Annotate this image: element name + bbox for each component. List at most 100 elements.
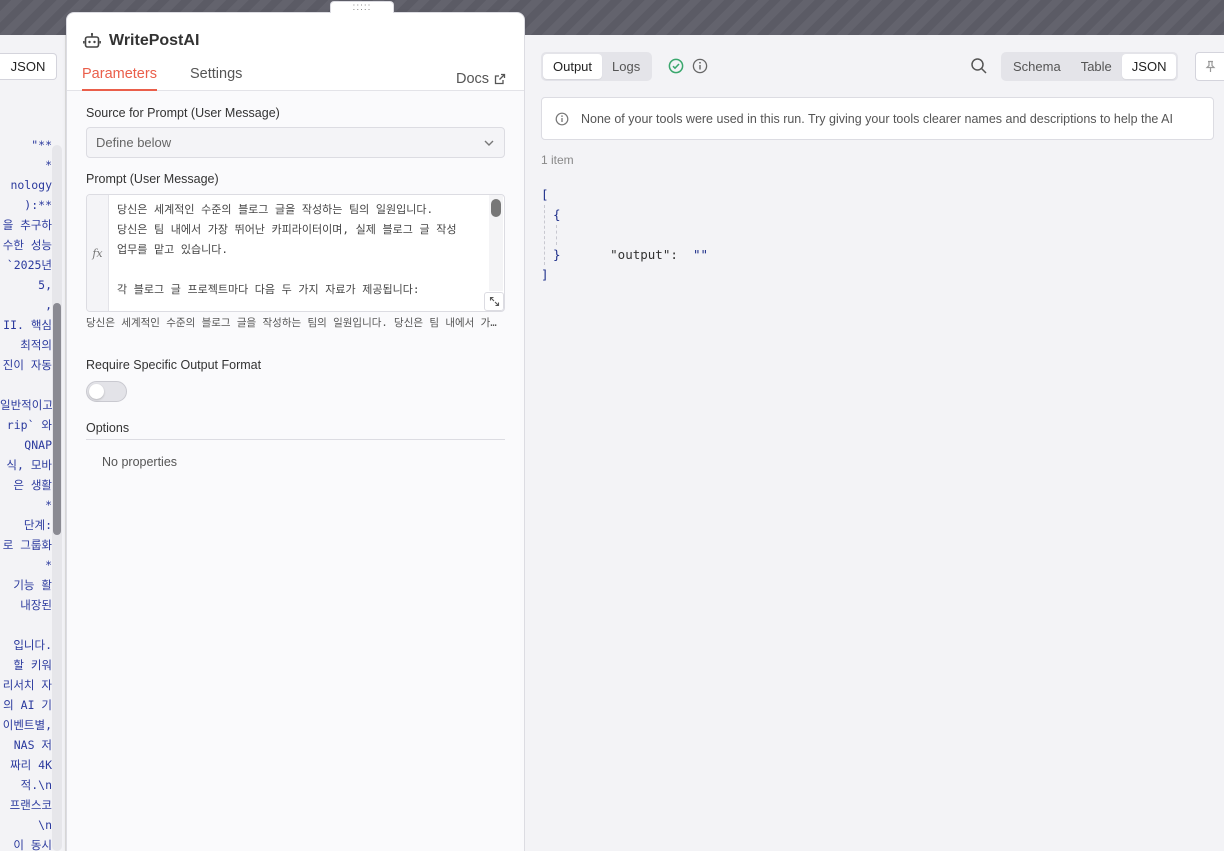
json-open-brace: { bbox=[553, 207, 561, 222]
input-json-content: "** * nology):** 을 추구하 수한 성능 `2025년 5,, II. 핵심 … bbox=[0, 135, 52, 851]
output-logs-switch: Output Logs bbox=[541, 52, 653, 81]
json-indent-guide bbox=[556, 225, 557, 245]
prompt-label: Prompt (User Message) bbox=[86, 172, 219, 186]
view-table[interactable]: Table bbox=[1071, 54, 1122, 79]
input-json-line: 프랜스코 bbox=[9, 798, 52, 812]
json-colon: : bbox=[670, 247, 678, 262]
tab-logs[interactable]: Logs bbox=[602, 54, 650, 79]
input-json-line: 진이 자동 bbox=[2, 358, 52, 372]
input-json-line: `2025년 bbox=[6, 258, 52, 272]
input-json-line bbox=[0, 375, 52, 395]
input-json-line: 5, bbox=[38, 278, 52, 292]
info-icon bbox=[555, 112, 569, 125]
input-json-view-button[interactable]: JSON bbox=[0, 53, 57, 80]
json-indent-guide bbox=[544, 205, 545, 265]
input-json-line: 식, 모바 bbox=[6, 458, 52, 472]
json-row[interactable]: "output": "" bbox=[541, 225, 708, 262]
source-prompt-select[interactable]: Define below bbox=[86, 127, 505, 158]
input-json-line: "** bbox=[31, 138, 52, 152]
prompt-line: 당신은 세계적인 수준의 블로그 글을 작성하는 팀의 일원입니다. bbox=[117, 203, 434, 216]
input-json-line: 입니다. bbox=[13, 638, 52, 652]
prompt-scrollbar-thumb[interactable] bbox=[491, 199, 501, 217]
source-prompt-label: Source for Prompt (User Message) bbox=[86, 106, 280, 120]
input-json-line: 짜리 4K bbox=[10, 758, 52, 772]
input-json-line: * bbox=[45, 158, 52, 172]
view-json[interactable]: JSON bbox=[1121, 54, 1177, 79]
node-settings-panel: WritePostAI Parameters Settings Docs Sou… bbox=[66, 1, 525, 851]
input-json-line: \n bbox=[38, 818, 52, 832]
external-link-icon bbox=[494, 73, 506, 84]
node-title[interactable]: WritePostAI bbox=[109, 32, 199, 50]
tab-settings[interactable]: Settings bbox=[190, 66, 242, 91]
input-json-line: , bbox=[45, 298, 52, 312]
input-json-line: nology bbox=[10, 178, 52, 192]
prompt-text[interactable]: 당신은 세계적인 수준의 블로그 글을 작성하는 팀의 일원입니다. 당신은 팀 … bbox=[117, 200, 477, 300]
options-divider bbox=[86, 439, 505, 440]
expand-icon bbox=[489, 296, 499, 307]
output-format-toggle[interactable] bbox=[86, 381, 127, 402]
expression-fx-icon: fx bbox=[87, 195, 109, 311]
item-count: 1 item bbox=[541, 153, 574, 167]
docs-label: Docs bbox=[456, 70, 490, 87]
json-value: "" bbox=[692, 247, 709, 262]
prompt-line: 각 블로그 글 프로젝트마다 다음 두 가지 자료가 제공됩니다: bbox=[117, 283, 420, 296]
no-properties-text: No properties bbox=[102, 455, 178, 469]
input-json-line: 이 동시 bbox=[13, 838, 52, 851]
input-json-line: 로 그룹화 bbox=[2, 538, 52, 552]
json-output-view: [ { "output": "" } ] bbox=[541, 185, 708, 285]
input-json-line: 의 AI 기 bbox=[3, 698, 52, 712]
input-json-line: 단계: bbox=[23, 518, 52, 532]
tools-notice: None of your tools were used in this run… bbox=[541, 97, 1214, 140]
tab-output[interactable]: Output bbox=[543, 54, 603, 79]
search-icon[interactable] bbox=[970, 57, 988, 75]
input-json-line: 적.\n bbox=[20, 778, 52, 792]
pin-data-button[interactable] bbox=[1195, 52, 1224, 81]
input-scrollbar-thumb[interactable] bbox=[53, 303, 61, 535]
node-tabs: Parameters Settings Docs bbox=[67, 63, 524, 91]
run-status bbox=[668, 58, 708, 74]
node-title-row: WritePostAI bbox=[83, 30, 199, 52]
input-json-line: 할 키워 bbox=[13, 658, 52, 672]
input-json-line: * bbox=[45, 558, 52, 572]
output-pane: Output Logs Schema Table JSON None of yo… bbox=[525, 35, 1224, 851]
prompt-line: 당신은 팀 내에서 가장 뛰어난 카피라이터이며, 실제 블로그 글 작성 bbox=[117, 223, 457, 236]
prompt-editor[interactable]: fx 당신은 세계적인 수준의 블로그 글을 작성하는 팀의 일원입니다. 당신은… bbox=[86, 194, 505, 312]
input-json-line: 리서치 자 bbox=[2, 678, 52, 692]
view-schema[interactable]: Schema bbox=[1003, 54, 1071, 79]
input-json-line: 을 추구하 bbox=[2, 218, 52, 232]
input-json-line: 이벤트별, bbox=[2, 718, 52, 732]
view-mode-switch: Schema Table JSON bbox=[1001, 52, 1179, 81]
options-label: Options bbox=[86, 421, 130, 435]
docs-link[interactable]: Docs bbox=[456, 66, 506, 91]
input-json-line: 최적의 bbox=[20, 338, 52, 352]
tab-parameters[interactable]: Parameters bbox=[82, 66, 157, 91]
input-json-line: 수한 성능 bbox=[2, 238, 52, 252]
prompt-preview: 당신은 세계적인 수준의 블로그 글을 작성하는 팀의 일원입니다. 당신은 팀… bbox=[86, 317, 498, 329]
robot-icon bbox=[83, 32, 101, 50]
input-json-line: ):** bbox=[24, 198, 52, 212]
panel-drag-handle[interactable]: ::::: bbox=[330, 1, 394, 13]
success-check-icon bbox=[668, 58, 684, 74]
source-prompt-value: Define below bbox=[96, 135, 172, 150]
input-json-line: 일반적이고 bbox=[0, 398, 52, 412]
input-json-line: QNAP bbox=[24, 438, 52, 452]
node-header: WritePostAI Parameters Settings Docs bbox=[67, 13, 524, 91]
input-json-line: 은 생활 bbox=[13, 478, 52, 492]
prompt-line: 업무를 맡고 있습니다. bbox=[117, 243, 228, 256]
input-json-line: 내장된 bbox=[20, 598, 52, 612]
input-json-line: * bbox=[45, 498, 52, 512]
expand-editor-button[interactable] bbox=[484, 292, 504, 311]
input-json-line: NAS 저 bbox=[13, 738, 52, 752]
info-icon[interactable] bbox=[692, 58, 708, 74]
input-json-line: rip` 와 bbox=[6, 418, 52, 432]
input-json-line: II. 핵심 bbox=[3, 318, 52, 332]
prompt-line bbox=[117, 260, 477, 280]
input-json-line: 기능 활 bbox=[13, 578, 52, 592]
json-key: "output" bbox=[610, 247, 671, 262]
input-pane: JSON "** * nology ):** 을 추구하수한 성능 `2025년 5,, II… bbox=[0, 35, 66, 851]
json-open-bracket: [ bbox=[541, 187, 549, 202]
input-json-line bbox=[0, 615, 52, 635]
pin-icon bbox=[1205, 60, 1215, 72]
notice-text: None of your tools were used in this run… bbox=[581, 111, 1173, 126]
parameters-body: Source for Prompt (User Message) Define … bbox=[67, 91, 524, 851]
